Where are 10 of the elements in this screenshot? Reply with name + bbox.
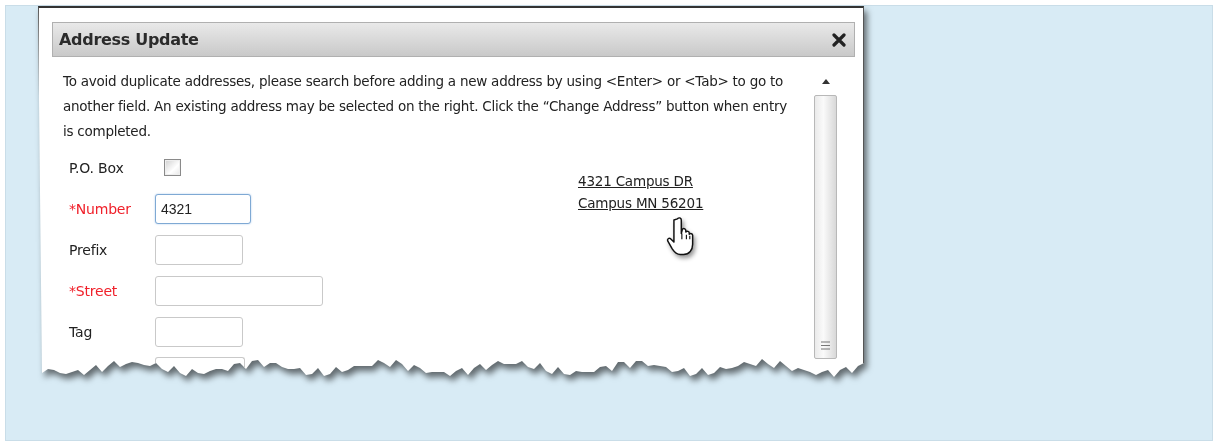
- field-label: *Number: [69, 200, 132, 217]
- field-label: Prefix: [69, 241, 109, 258]
- address-link[interactable]: 4321 Campus DR: [578, 170, 693, 192]
- dialog-title: Address Update: [59, 30, 199, 49]
- input-field[interactable]: 4321: [155, 193, 251, 224]
- address-link[interactable]: Campus MN 56201: [578, 192, 704, 214]
- instructions-text: To avoid duplicate addresses, please search before adding a new address by using <Enter> or <Tab> to go to another field. An existing address may be selected on the right. Click the “Change Address” button when entry is completed.: [63, 72, 788, 141]
- field-label: P.O. Box: [69, 159, 125, 176]
- field-label: Tag: [69, 323, 94, 340]
- field-label: *Street: [69, 282, 119, 299]
